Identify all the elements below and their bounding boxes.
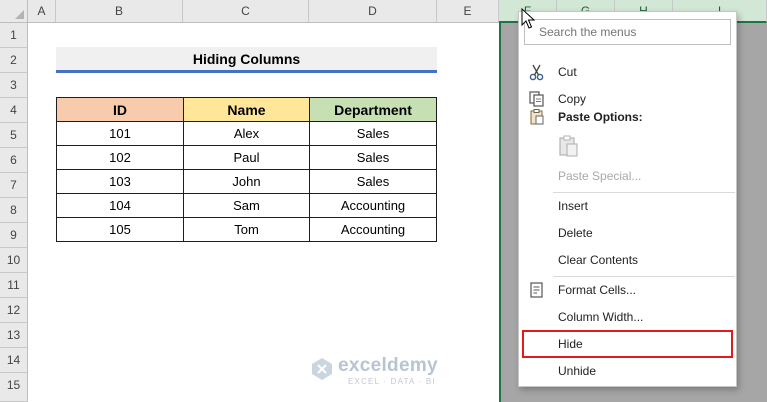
- data-table: ID Name Department 101 Alex Sales 102 Pa…: [56, 97, 437, 242]
- table-row: 103 John Sales: [56, 169, 437, 194]
- header-name[interactable]: Name: [183, 97, 310, 122]
- menu-item-unhide[interactable]: Unhide: [520, 359, 735, 383]
- cell-id[interactable]: 101: [56, 121, 184, 146]
- row-header-10[interactable]: 10: [0, 248, 28, 273]
- menu-search-input[interactable]: [524, 19, 731, 45]
- scissors-icon: [529, 64, 544, 81]
- menu-item-label: Paste Special...: [558, 169, 642, 183]
- menu-item-clear-contents[interactable]: Clear Contents: [520, 248, 735, 272]
- cell-department[interactable]: Sales: [309, 145, 437, 170]
- cell-name[interactable]: Alex: [183, 121, 310, 146]
- menu-item-label: Paste Options:: [558, 110, 643, 124]
- header-department[interactable]: Department: [309, 97, 437, 122]
- menu-item-paste-options: Paste Options:: [520, 105, 735, 129]
- cell-department[interactable]: Accounting: [309, 193, 437, 218]
- menu-item-paste-special[interactable]: Paste Special...: [520, 164, 735, 188]
- select-all-corner[interactable]: [0, 0, 28, 23]
- row-header-1[interactable]: 1: [0, 23, 28, 48]
- row-header-11[interactable]: 11: [0, 273, 28, 298]
- menu-item-label: Format Cells...: [558, 283, 637, 297]
- row-header-6[interactable]: 6: [0, 148, 28, 173]
- menu-item-label: Cut: [558, 65, 577, 79]
- cell-name[interactable]: Tom: [183, 217, 310, 242]
- row-header-7[interactable]: 7: [0, 173, 28, 198]
- clipboard-icon: [530, 109, 544, 125]
- sheet-title: Hiding Columns: [56, 47, 437, 70]
- column-header-e[interactable]: E: [437, 0, 499, 23]
- cell-department[interactable]: Sales: [309, 121, 437, 146]
- format-cells-icon: [530, 282, 543, 298]
- row-header-12[interactable]: 12: [0, 298, 28, 323]
- row-header-4[interactable]: 4: [0, 98, 28, 123]
- cell-id[interactable]: 102: [56, 145, 184, 170]
- row-header-13[interactable]: 13: [0, 323, 28, 348]
- row-header-2[interactable]: 2: [0, 48, 28, 73]
- row-header-14[interactable]: 14: [0, 348, 28, 373]
- menu-item-label: Clear Contents: [558, 253, 639, 267]
- column-header-b[interactable]: B: [56, 0, 183, 23]
- menu-item-label: Insert: [558, 199, 589, 213]
- header-id[interactable]: ID: [56, 97, 184, 122]
- menu-item-label: Copy: [558, 92, 587, 106]
- menu-item-label: Unhide: [558, 364, 597, 378]
- table-row: 102 Paul Sales: [56, 145, 437, 170]
- row-header-15[interactable]: 15: [0, 373, 28, 402]
- column-header-c[interactable]: C: [183, 0, 309, 23]
- cell-department[interactable]: Accounting: [309, 217, 437, 242]
- cell-name[interactable]: Sam: [183, 193, 310, 218]
- cell-department[interactable]: Sales: [309, 169, 437, 194]
- row-header-3[interactable]: 3: [0, 73, 28, 98]
- exceldemy-logo-icon: [312, 358, 332, 380]
- column-header-a[interactable]: A: [28, 0, 56, 23]
- menu-item-label: Column Width...: [558, 310, 644, 324]
- menu-item-delete[interactable]: Delete: [520, 221, 735, 245]
- menu-item-column-width[interactable]: Column Width...: [520, 305, 735, 329]
- watermark-tagline: EXCEL · DATA · BI: [348, 377, 436, 386]
- row-header-8[interactable]: 8: [0, 198, 28, 223]
- table-header-row: ID Name Department: [56, 97, 437, 122]
- column-header-d[interactable]: D: [309, 0, 437, 23]
- table-row: 104 Sam Accounting: [56, 193, 437, 218]
- paste-option-clipboard-icon[interactable]: [558, 134, 580, 158]
- menu-item-insert[interactable]: Insert: [520, 194, 735, 218]
- row-header-5[interactable]: 5: [0, 123, 28, 148]
- watermark-name: exceldemy: [338, 355, 438, 376]
- cell-id[interactable]: 103: [56, 169, 184, 194]
- cell-id[interactable]: 104: [56, 193, 184, 218]
- cell-id[interactable]: 105: [56, 217, 184, 242]
- menu-separator: [553, 276, 735, 277]
- cell-name[interactable]: Paul: [183, 145, 310, 170]
- menu-item-cut[interactable]: Cut: [520, 60, 735, 84]
- hide-highlight-box: [522, 330, 733, 358]
- exceldemy-watermark: exceldemy EXCEL · DATA · BI: [310, 355, 470, 387]
- table-row: 105 Tom Accounting: [56, 217, 437, 242]
- table-row: 101 Alex Sales: [56, 121, 437, 146]
- row-header-9[interactable]: 9: [0, 223, 28, 248]
- menu-item-format-cells[interactable]: Format Cells...: [520, 278, 735, 302]
- menu-separator: [553, 192, 735, 193]
- title-underline: [56, 70, 437, 73]
- menu-item-label: Delete: [558, 226, 593, 240]
- cell-name[interactable]: John: [183, 169, 310, 194]
- mouse-pointer-icon: [521, 8, 535, 29]
